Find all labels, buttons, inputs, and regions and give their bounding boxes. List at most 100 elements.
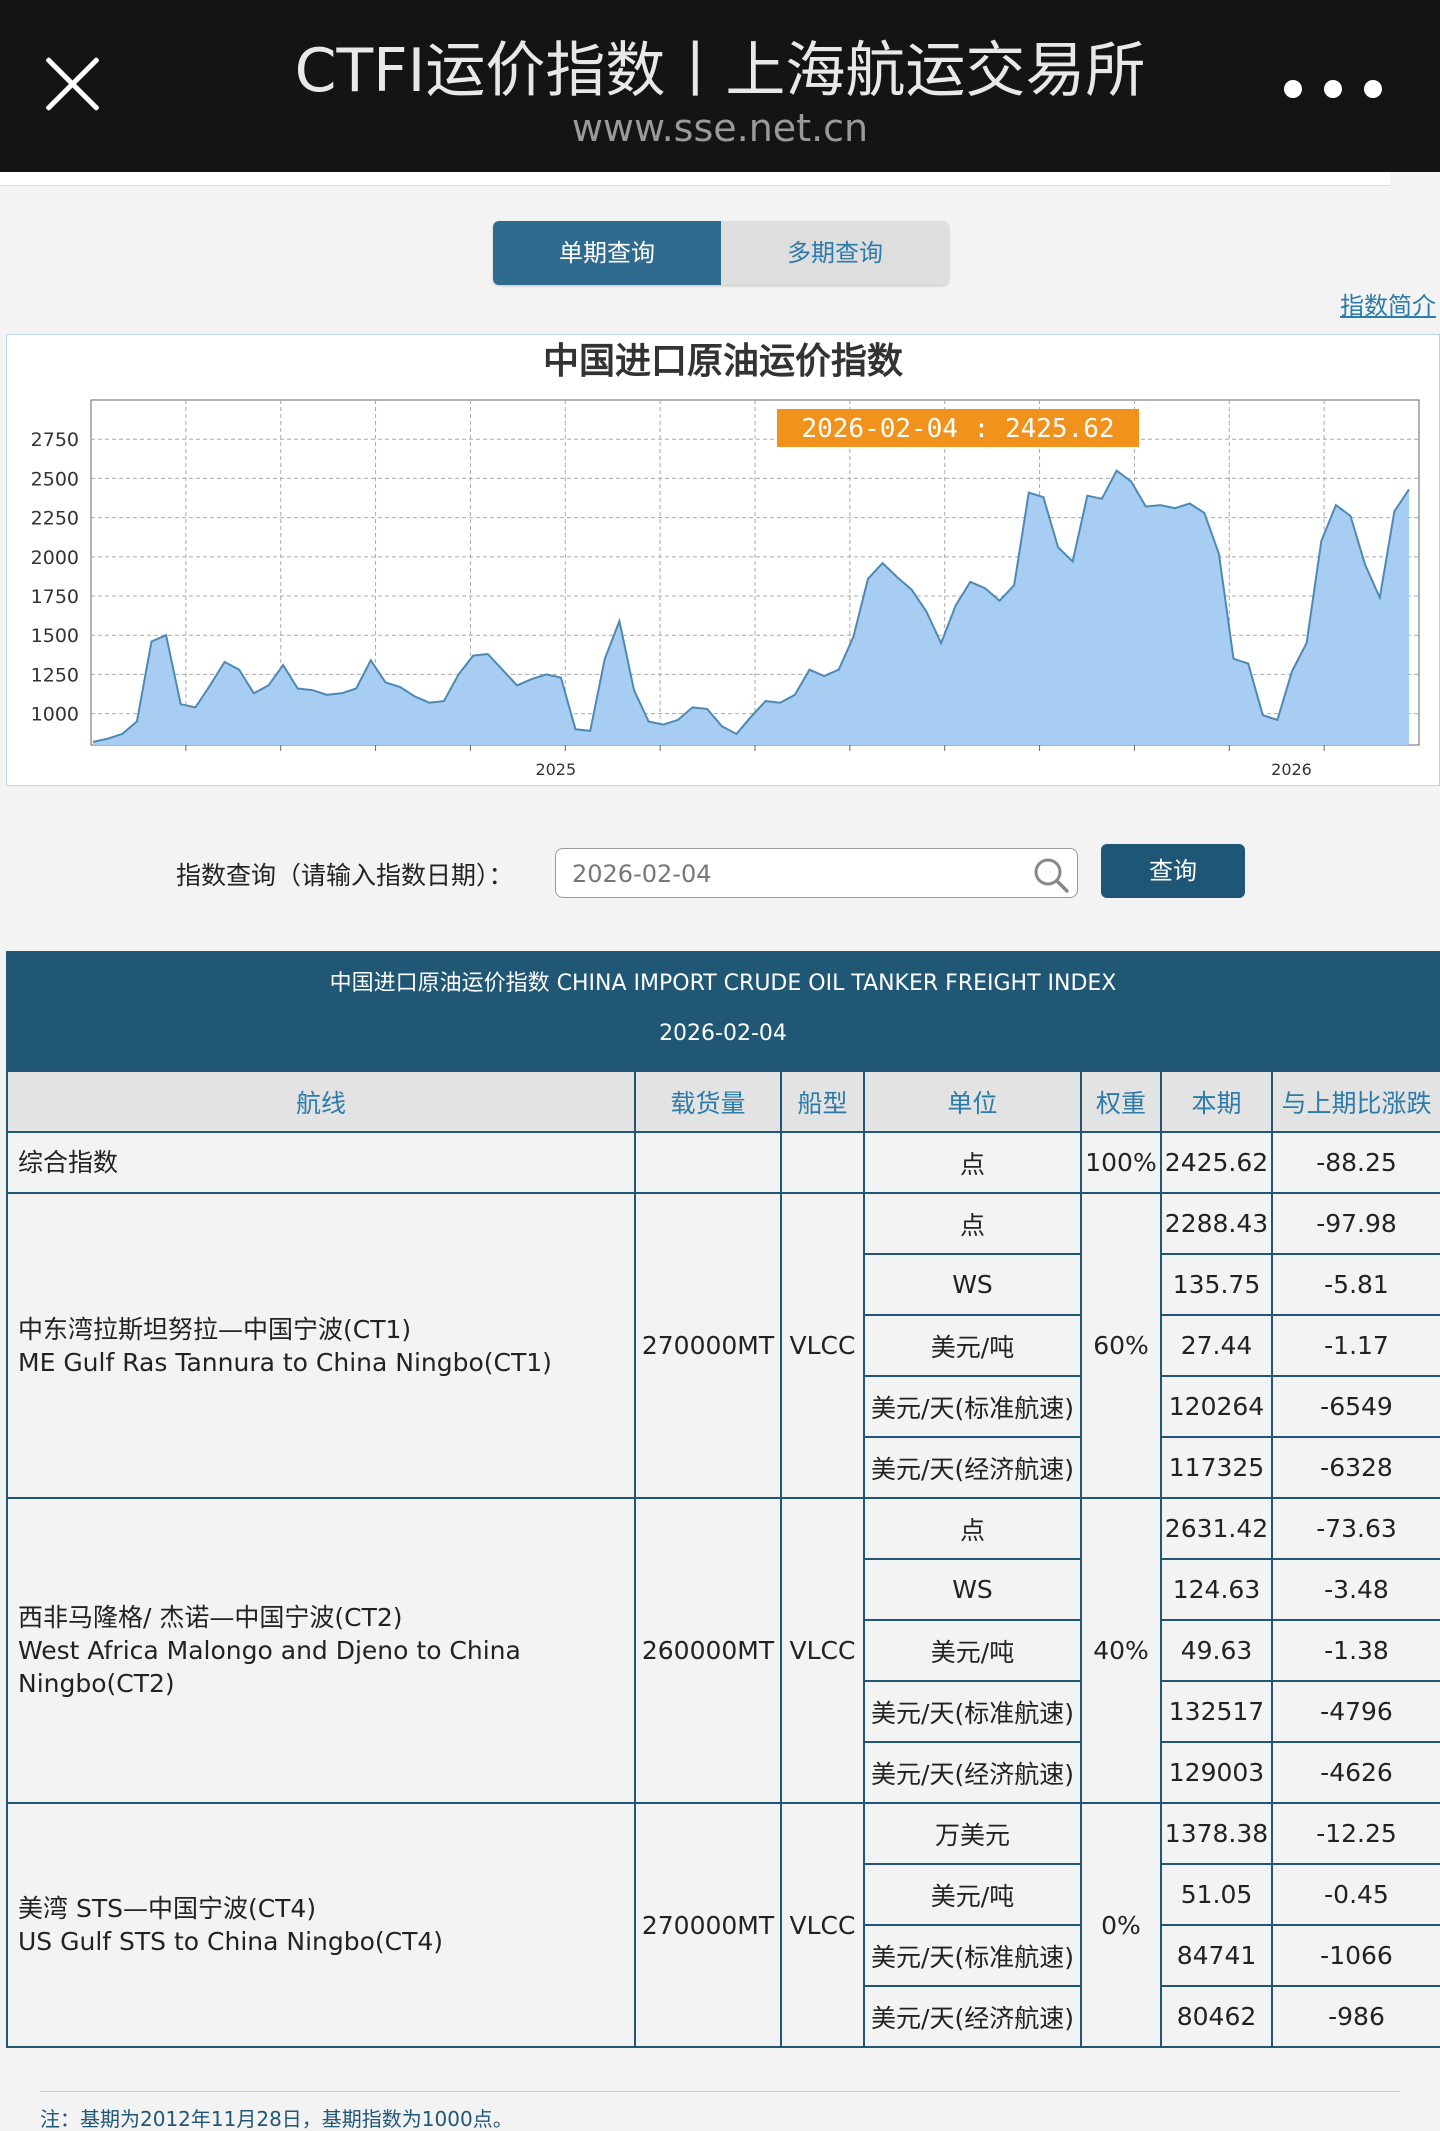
cargo-cell [634, 1131, 782, 1194]
x-tick-label: 2025 [535, 760, 576, 779]
unit-cell: 万美元 [863, 1802, 1082, 1865]
col-unit: 单位 [863, 1070, 1082, 1133]
page-url: www.sse.net.cn [571, 106, 869, 150]
unit-cell: 美元/吨 [863, 1863, 1082, 1926]
change-cell: -73.63 [1271, 1497, 1440, 1560]
change-cell: -4796 [1271, 1680, 1440, 1743]
table-date: 2026-02-04 [659, 1021, 787, 1046]
y-tick-label: 1500 [31, 625, 79, 647]
index-chart: 1000 1250 1500 1750 2000 2250 2500 2750 2025 2026… [6, 334, 1440, 786]
weight-cell: 0% [1080, 1802, 1162, 2048]
change-cell: -6549 [1271, 1375, 1440, 1438]
ship-cell: VLCC [780, 1497, 865, 1804]
change-cell: -3.48 [1271, 1558, 1440, 1621]
tab-single-period[interactable]: 单期查询 [493, 221, 721, 285]
y-tick-label: 1000 [31, 704, 79, 726]
current-cell: 2425.62 [1160, 1131, 1273, 1194]
col-weight: 权重 [1080, 1070, 1162, 1133]
cargo-cell: 260000MT [634, 1497, 782, 1804]
change-cell: -986 [1271, 1985, 1440, 2048]
unit-cell: 美元/天(经济航速) [863, 1741, 1082, 1804]
table-row: 综合指数 点 100% 2425.62 -88.25 [6, 1131, 1440, 1194]
change-cell: -1.17 [1271, 1314, 1440, 1377]
weight-cell: 100% [1080, 1131, 1162, 1194]
change-cell: -6328 [1271, 1436, 1440, 1499]
unit-cell: 美元/天(经济航速) [863, 1985, 1082, 2048]
unit-cell: 点 [863, 1131, 1082, 1194]
route-name: 中东湾拉斯坦努拉—中国宁波(CT1) ME Gulf Ras Tannura t… [6, 1192, 636, 1499]
change-cell: -12.25 [1271, 1802, 1440, 1865]
current-cell: 84741 [1160, 1924, 1273, 1987]
unit-cell: 美元/天(标准航速) [863, 1375, 1082, 1438]
chart-tooltip: 2026-02-04 : 2425.62 [801, 414, 1114, 444]
unit-cell: 点 [863, 1497, 1082, 1560]
route-name: 综合指数 [6, 1131, 636, 1194]
table-header-row: 航线 载货量 船型 单位 权重 本期 与上期比涨跌 [6, 1070, 1440, 1133]
weight-cell: 60% [1080, 1192, 1162, 1499]
close-icon[interactable] [40, 52, 104, 116]
query-mode-tabs: 单期查询 多期查询 [493, 221, 949, 285]
query-label: 指数查询（请输入指数日期）： [176, 861, 514, 890]
unit-cell: 美元/天(标准航速) [863, 1680, 1082, 1743]
x-tick-label: 2026 [1271, 760, 1312, 779]
y-tick-label: 2500 [31, 468, 79, 490]
footnote: 注：基期为2012年11月28日，基期指数为1000点。 [40, 2107, 513, 2131]
col-route: 航线 [6, 1070, 636, 1133]
date-input[interactable] [572, 857, 992, 891]
route-name: 西非马隆格/ 杰诺—中国宁波(CT2) West Africa Malongo … [6, 1497, 636, 1804]
more-icon[interactable] [1284, 80, 1388, 100]
route-name: 美湾 STS—中国宁波(CT4) US Gulf STS to China Ni… [6, 1802, 636, 2048]
current-cell: 51.05 [1160, 1863, 1273, 1926]
route-name-cn: 美湾 STS—中国宁波(CT4) [18, 1894, 317, 1923]
query-button[interactable]: 查询 [1101, 844, 1245, 898]
cargo-cell: 270000MT [634, 1192, 782, 1499]
col-current: 本期 [1160, 1070, 1273, 1133]
footnote-divider [40, 2091, 1400, 2092]
change-cell: -4626 [1271, 1741, 1440, 1804]
unit-cell: WS [863, 1558, 1082, 1621]
route-name-cn: 中东湾拉斯坦努拉—中国宁波(CT1) [18, 1314, 412, 1344]
current-cell: 129003 [1160, 1741, 1273, 1804]
y-tick-label: 2250 [31, 508, 79, 530]
current-cell: 135.75 [1160, 1253, 1273, 1316]
change-cell: -1.38 [1271, 1619, 1440, 1682]
current-cell: 124.63 [1160, 1558, 1273, 1621]
unit-cell: WS [863, 1253, 1082, 1316]
current-cell: 1378.38 [1160, 1802, 1273, 1865]
y-tick-label: 1750 [31, 586, 79, 608]
weight-cell: 40% [1080, 1497, 1162, 1804]
route-name-en: US Gulf STS to China Ningbo(CT4) [18, 1927, 444, 1956]
route-name-cn: 西非马隆格/ 杰诺—中国宁波(CT2) [18, 1603, 403, 1632]
unit-cell: 点 [863, 1192, 1082, 1255]
search-icon[interactable] [1031, 855, 1071, 895]
col-cargo: 载货量 [634, 1070, 782, 1133]
app-bar: CTFI运价指数丨上海航运交易所 www.sse.net.cn [0, 0, 1440, 172]
current-cell: 80462 [1160, 1985, 1273, 2048]
change-cell: -97.98 [1271, 1192, 1440, 1255]
current-cell: 2631.42 [1160, 1497, 1273, 1560]
unit-cell: 美元/天(标准航速) [863, 1924, 1082, 1987]
current-cell: 120264 [1160, 1375, 1273, 1438]
index-intro-link[interactable]: 指数简介 [1340, 286, 1436, 321]
current-cell: 132517 [1160, 1680, 1273, 1743]
ship-cell: VLCC [780, 1192, 865, 1499]
change-cell: -88.25 [1271, 1131, 1440, 1194]
freight-index-table: 航线 载货量 船型 单位 权重 本期 与上期比涨跌 综合指数 点 100% 24… [6, 1070, 1440, 2048]
table-row: 西非马隆格/ 杰诺—中国宁波(CT2) West Africa Malongo … [6, 1497, 1440, 1804]
header-strip [0, 172, 1390, 186]
ship-cell: VLCC [780, 1802, 865, 2048]
route-name-en: West Africa Malongo and Djeno to China N… [18, 1636, 521, 1698]
unit-cell: 美元/吨 [863, 1314, 1082, 1377]
current-cell: 49.63 [1160, 1619, 1273, 1682]
ship-cell [780, 1131, 865, 1194]
change-cell: -5.81 [1271, 1253, 1440, 1316]
current-cell: 2288.43 [1160, 1192, 1273, 1255]
tab-multi-period[interactable]: 多期查询 [721, 221, 949, 285]
y-tick-label: 2750 [31, 429, 79, 451]
unit-cell: 美元/吨 [863, 1619, 1082, 1682]
y-tick-label: 1250 [31, 664, 79, 686]
chart-title: 中国进口原油运价指数 [543, 341, 903, 382]
table-row: 美湾 STS—中国宁波(CT4) US Gulf STS to China Ni… [6, 1802, 1440, 2048]
change-cell: -0.45 [1271, 1863, 1440, 1926]
current-cell: 27.44 [1160, 1314, 1273, 1377]
